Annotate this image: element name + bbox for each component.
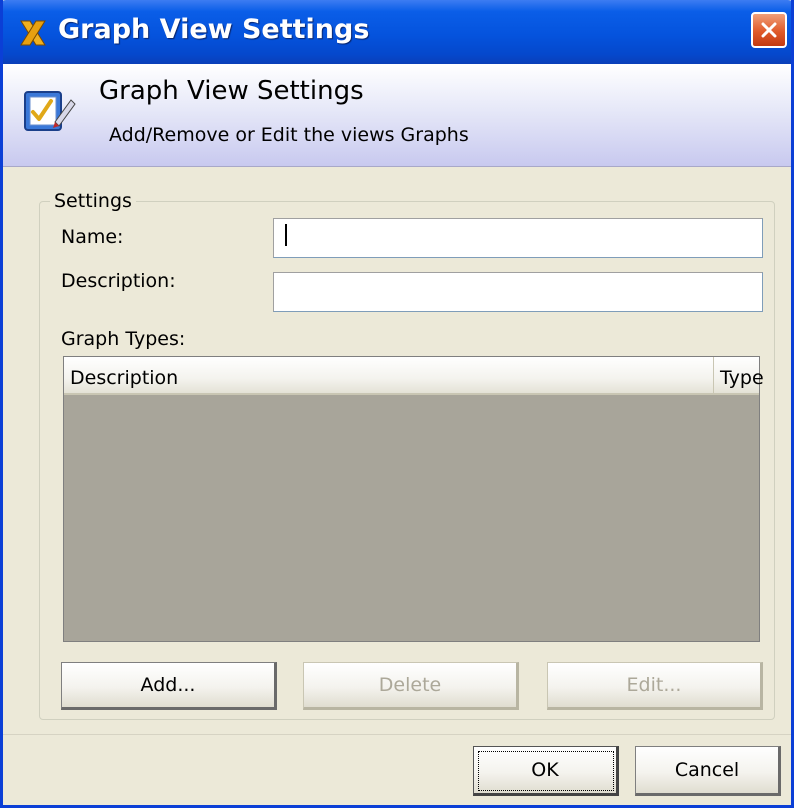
column-header-description[interactable]: Description [64,357,714,393]
app-x-icon [18,18,48,48]
name-label: Name: [61,226,124,248]
settings-legend: Settings [54,190,132,212]
add-button[interactable]: Add... [61,662,277,710]
edit-button[interactable]: Edit... [547,662,763,710]
name-input[interactable] [273,218,763,258]
header-subtitle: Add/Remove or Edit the views Graphs [109,124,469,146]
window-title: Graph View Settings [58,14,370,45]
cancel-button[interactable]: Cancel [635,746,781,796]
description-label: Description: [61,270,176,292]
column-header-type[interactable]: Type [714,357,764,393]
title-bar[interactable]: Graph View Settings [3,0,791,64]
header-title: Graph View Settings [99,76,364,106]
ok-button[interactable]: OK [473,746,619,796]
dialog-header: Graph View Settings Add/Remove or Edit t… [3,64,791,167]
list-header: Description Type [64,357,764,395]
text-caret [285,224,287,246]
graph-types-label: Graph Types: [61,328,186,350]
close-button[interactable] [751,12,787,48]
graph-view-settings-dialog: Graph View Settings Graph View Settings … [0,0,794,808]
graph-types-list[interactable]: Description Type [63,356,764,642]
settings-checklist-icon [21,86,77,138]
delete-button[interactable]: Delete [303,662,519,710]
footer-separator [3,734,791,735]
description-input[interactable] [273,272,763,312]
